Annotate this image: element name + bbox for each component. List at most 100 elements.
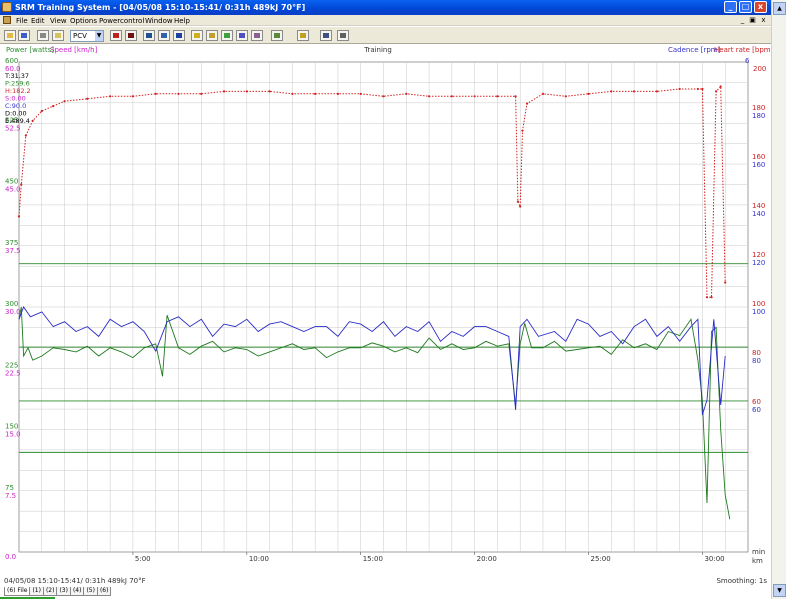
scroll-down-icon[interactable]: ▼ — [773, 584, 786, 597]
heart-rate-point — [336, 92, 340, 95]
x-unit-km: km — [752, 557, 763, 565]
marker-red-icon[interactable] — [110, 30, 122, 41]
tab-4[interactable]: (4) — [69, 587, 85, 596]
bar-chart-icon[interactable] — [271, 30, 283, 41]
menu-help[interactable]: Help — [174, 17, 190, 25]
menu-view[interactable]: View — [50, 17, 67, 25]
heart-rate-point — [496, 95, 499, 98]
minimize-button[interactable]: _ — [724, 1, 737, 13]
view-split-icon[interactable] — [143, 30, 155, 41]
heart-rate-point — [564, 95, 567, 98]
tab-file[interactable]: (6) File — [4, 587, 31, 596]
app-icon — [2, 2, 12, 12]
info-icon[interactable] — [337, 30, 349, 41]
mdi-close-button[interactable]: x — [759, 16, 768, 24]
save-icon[interactable] — [18, 30, 30, 41]
heart-rate-point — [245, 90, 248, 93]
menu-edit[interactable]: Edit — [31, 17, 45, 25]
heart-rate-point — [450, 95, 453, 98]
x-tick-label: 20:00 — [477, 555, 497, 563]
menu-powercontrol[interactable]: Powercontrol — [99, 17, 144, 25]
y-power-tick-label: 75 — [5, 484, 14, 492]
axis-top-hr: 200 — [753, 65, 766, 73]
status-summary: 04/05/08 15:10-15:41/ 0:31h 489kJ 70°F — [4, 577, 146, 585]
menu-window[interactable]: Window — [145, 17, 173, 25]
scroll-up-icon[interactable]: ▲ — [773, 2, 786, 15]
heart-rate-point — [291, 92, 294, 95]
training-chart: 5:00 10:00 15:00 20:00 25:00 30:00 75 150 225 300… — [4, 46, 774, 565]
mdi-restore-button[interactable]: ▣ — [748, 16, 757, 24]
heart-rate-point — [31, 119, 34, 122]
smoothing-status: Smoothing: 1s — [716, 577, 767, 585]
heart-rate-point — [541, 92, 545, 95]
bar-chart-alt-icon[interactable] — [297, 30, 309, 41]
y-cadence-tick-label: 100 — [752, 308, 765, 316]
graph-icon[interactable] — [191, 30, 203, 41]
menu-bar: File Edit View Options Powercontrol Wind… — [0, 15, 771, 26]
window-title: SRM Training System - [04/05/08 15:10-15… — [15, 3, 306, 12]
graph-line-icon[interactable] — [221, 30, 233, 41]
marker-dark-icon[interactable] — [125, 30, 137, 41]
print-icon[interactable] — [37, 30, 49, 41]
y-power-tick-label: 225 — [5, 361, 18, 369]
heart-rate-point — [705, 296, 709, 299]
y-power-tick-label: 375 — [5, 239, 18, 247]
heart-rate-point — [40, 109, 43, 113]
heart-rate-point — [715, 90, 718, 93]
heart-rate-point — [200, 92, 203, 95]
x-tick-label: 30:00 — [704, 555, 724, 563]
heart-rate-point — [678, 87, 681, 91]
tab-3[interactable]: (3) — [56, 587, 71, 596]
view-stack-icon[interactable] — [158, 30, 170, 41]
y-speed-tick-label: 22.5 — [5, 369, 21, 377]
heart-rate-point — [154, 92, 157, 95]
heart-rate-point — [268, 90, 271, 93]
y-speed-tick-label: 37.5 — [5, 247, 21, 255]
tab-6[interactable]: (6) — [96, 587, 112, 596]
scatter-icon[interactable] — [320, 30, 332, 41]
graph-bar-icon[interactable] — [236, 30, 248, 41]
legend-power: Power [watts] — [6, 46, 54, 54]
heart-rate-point — [701, 87, 704, 91]
copy-icon[interactable] — [52, 30, 64, 41]
y-speed-tick-label: 30.0 — [5, 308, 21, 316]
heart-rate-point — [86, 97, 89, 100]
y-speed-tick-label: 52.5 — [5, 124, 21, 132]
menu-file[interactable]: File — [16, 17, 28, 25]
heart-rate-point — [359, 92, 362, 95]
graph-multi-icon[interactable] — [206, 30, 218, 41]
chevron-down-icon[interactable]: ▼ — [95, 31, 103, 41]
chart-title: Training — [363, 46, 392, 54]
maximize-button[interactable]: □ — [739, 1, 752, 13]
document-icon[interactable] — [3, 16, 11, 24]
view-panel-icon[interactable] — [173, 30, 185, 41]
y-power-tick-label: 300 — [5, 300, 18, 308]
heart-rate-point — [109, 95, 112, 98]
graph-blank-icon[interactable] — [251, 30, 263, 41]
heart-rate-point — [314, 92, 317, 95]
heart-rate-point — [632, 90, 636, 93]
axis-top-power: 600 — [5, 57, 18, 65]
menu-options[interactable]: Options — [70, 17, 97, 25]
view-mode-select[interactable]: PCV ▼ — [70, 30, 104, 42]
readout-value: E:489.4 — [5, 117, 30, 125]
close-button[interactable]: x — [754, 1, 767, 13]
y-hr-tick-label: 180 — [752, 104, 765, 112]
tab-2[interactable]: (2) — [42, 587, 58, 596]
open-icon[interactable] — [4, 30, 16, 41]
y-speed-tick-label: 7.5 — [5, 492, 16, 500]
heart-rate-point — [63, 100, 66, 103]
y-cadence-tick-label: 140 — [752, 210, 765, 218]
vertical-scrollbar[interactable]: ▲ ▼ — [771, 0, 786, 599]
heart-rate-point — [519, 205, 522, 208]
y-speed-tick-label: 15.0 — [5, 431, 21, 439]
heart-rate-point — [473, 95, 476, 98]
y-cadence-tick-label: 80 — [752, 357, 761, 365]
tab-1[interactable]: (1) — [29, 587, 44, 596]
heart-rate-point — [696, 87, 699, 91]
mdi-minimize-button[interactable]: _ — [738, 16, 747, 24]
window-title-bar: SRM Training System - [04/05/08 15:10-15… — [0, 0, 771, 15]
y-cadence-tick-label: 160 — [752, 161, 765, 169]
tab-5[interactable]: (5) — [83, 587, 98, 596]
heart-rate-point — [514, 95, 517, 98]
